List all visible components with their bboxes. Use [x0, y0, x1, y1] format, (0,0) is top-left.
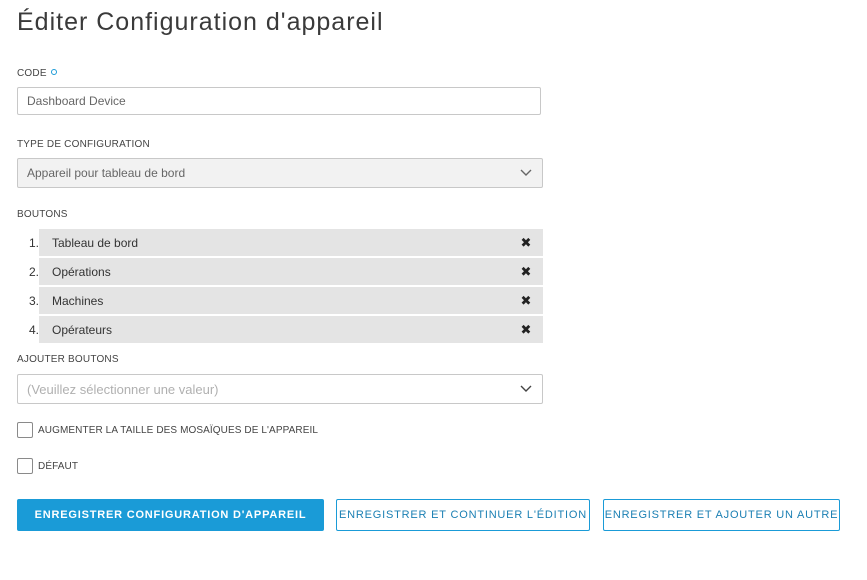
- buttons-label: Boutons: [17, 209, 68, 220]
- save-continue-button[interactable]: Enregistrer et continuer l'édition: [336, 499, 590, 531]
- default-label: Défaut: [38, 460, 79, 472]
- page-title: Éditer Configuration d'appareil: [17, 8, 384, 36]
- increase-tiles-option[interactable]: Augmenter la taille des mosaïques de l'a…: [17, 422, 318, 438]
- list-item: 2. Opérations ✖: [17, 258, 543, 285]
- remove-icon[interactable]: ✖: [517, 263, 535, 281]
- save-add-another-button[interactable]: Enregistrer et ajouter un autre: [603, 499, 840, 531]
- add-buttons-label: Ajouter boutons: [17, 354, 119, 365]
- config-type-label: Type de configuration: [17, 139, 150, 150]
- list-item-number: 2.: [28, 264, 39, 279]
- button-chip[interactable]: Machines ✖: [39, 287, 543, 314]
- chevron-down-icon: [519, 382, 533, 396]
- remove-icon[interactable]: ✖: [517, 292, 535, 310]
- button-chip-label: Tableau de bord: [52, 235, 139, 250]
- list-item: 4. Opérateurs ✖: [17, 316, 543, 343]
- config-type-select[interactable]: Appareil pour tableau de bord: [17, 158, 543, 188]
- required-indicator-icon: [50, 69, 57, 76]
- remove-icon[interactable]: ✖: [517, 234, 535, 252]
- config-type-value: Appareil pour tableau de bord: [27, 166, 186, 180]
- add-buttons-placeholder: (Veuillez sélectionner une valeur): [27, 381, 219, 397]
- chevron-down-icon: [519, 166, 533, 180]
- add-buttons-select[interactable]: (Veuillez sélectionner une valeur): [17, 374, 543, 404]
- increase-tiles-label: Augmenter la taille des mosaïques de l'a…: [38, 424, 319, 436]
- save-button[interactable]: Enregistrer Configuration d'appareil: [17, 499, 324, 531]
- increase-tiles-checkbox[interactable]: [17, 422, 33, 438]
- button-chip-label: Opérations: [52, 264, 111, 279]
- remove-icon[interactable]: ✖: [517, 321, 535, 339]
- list-item-number: 4.: [28, 322, 39, 337]
- default-option[interactable]: Défaut: [17, 458, 78, 474]
- code-input[interactable]: [17, 87, 541, 115]
- button-chip[interactable]: Tableau de bord ✖: [39, 229, 543, 256]
- list-item: 1. Tableau de bord ✖: [17, 229, 543, 256]
- button-chip-label: Machines: [52, 293, 104, 308]
- button-chip[interactable]: Opérations ✖: [39, 258, 543, 285]
- default-checkbox[interactable]: [17, 458, 33, 474]
- list-item-number: 3.: [28, 293, 39, 308]
- button-chip[interactable]: Opérateurs ✖: [39, 316, 543, 343]
- list-item: 3. Machines ✖: [17, 287, 543, 314]
- button-chip-label: Opérateurs: [52, 322, 113, 337]
- buttons-list: 1. Tableau de bord ✖ 2. Opérations ✖ 3. …: [17, 229, 543, 345]
- code-label: Code: [17, 68, 57, 79]
- list-item-number: 1.: [28, 235, 39, 250]
